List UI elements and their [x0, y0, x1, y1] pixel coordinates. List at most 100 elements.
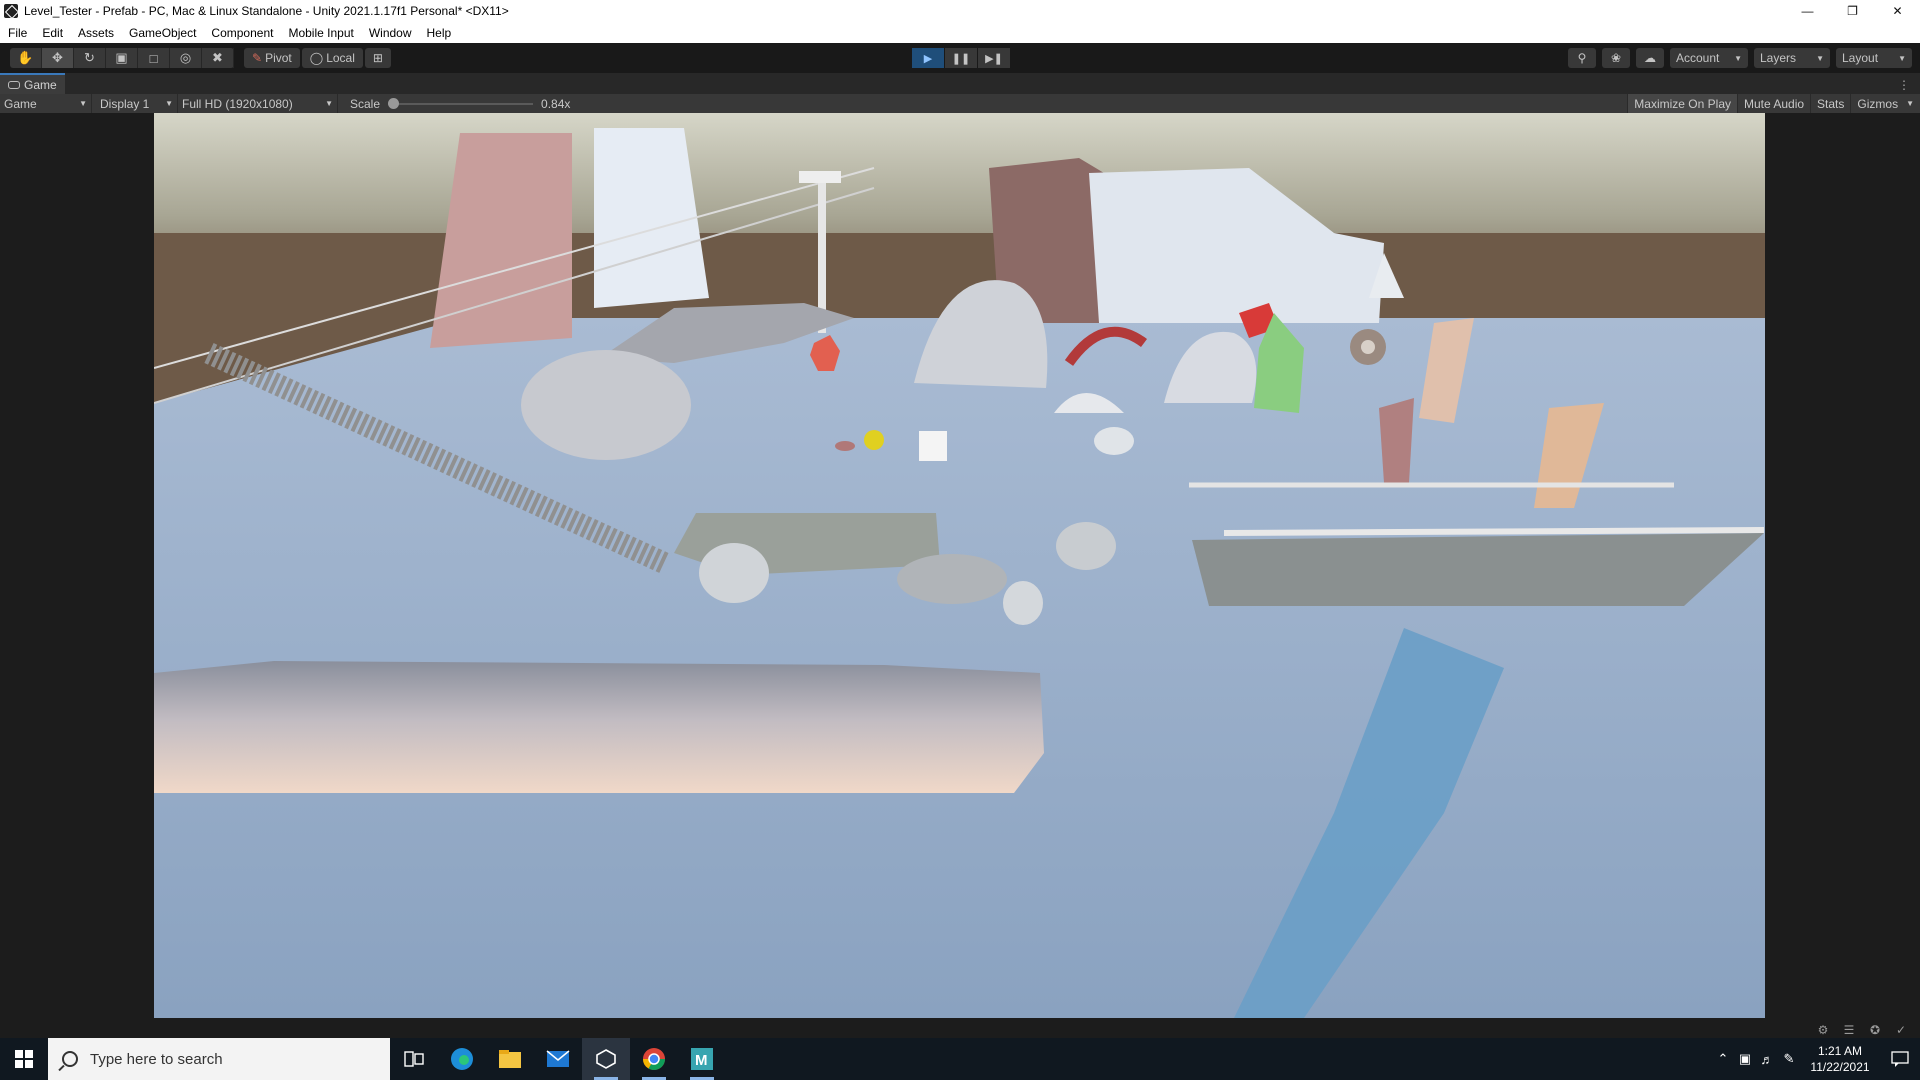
file-explorer-icon[interactable] — [486, 1038, 534, 1080]
close-icon[interactable]: ✕ — [1875, 0, 1920, 22]
step-icon[interactable]: ▶❚ — [978, 48, 1010, 68]
menu-gameobject[interactable]: GameObject — [121, 26, 203, 40]
system-tray: ⌃ ▣ ♬ ✎ 1:21 AM 11/22/2021 — [1712, 1038, 1920, 1080]
grid-snap-icon: ⊞ — [372, 51, 383, 65]
fence-rail-front — [1223, 527, 1765, 536]
minimize-icon[interactable]: — — [1785, 0, 1830, 22]
pause-icon[interactable]: ❚❚ — [945, 48, 977, 68]
grid-snap-button[interactable]: ⊞ — [364, 48, 391, 68]
game-view-toggles: Maximize On Play Mute Audio Stats Gizmos… — [1627, 94, 1920, 113]
menu-assets[interactable]: Assets — [70, 26, 121, 40]
window-controls: — ❐ ✕ — [1785, 0, 1920, 22]
mail-icon[interactable] — [534, 1038, 582, 1080]
gear-icon[interactable]: ⚙ — [1810, 1023, 1836, 1037]
taskbar-search[interactable]: Type here to search — [48, 1038, 390, 1080]
debug-icon[interactable]: ✪ — [1862, 1023, 1888, 1037]
local-icon: ◯ — [309, 51, 324, 65]
resolution-select[interactable]: Full HD (1920x1080) ▼ — [178, 94, 338, 113]
stats-toggle[interactable]: Stats — [1810, 94, 1850, 113]
pivot-label: Pivot — [265, 51, 292, 65]
clock-date: 11/22/2021 — [1810, 1060, 1870, 1074]
green-gem — [1094, 427, 1134, 455]
maximize-on-play-toggle[interactable]: Maximize On Play — [1627, 94, 1737, 113]
chevron-down-icon: ▼ — [1816, 53, 1824, 63]
taskbar-extra-icons: ⚙ ☰ ✪ ✓ — [1810, 1023, 1914, 1037]
layout-label: Layout — [1842, 51, 1879, 65]
search-icon[interactable]: ⚲ — [1568, 48, 1596, 68]
tab-game-label: Game — [24, 77, 57, 92]
hand-tool-icon[interactable]: ✋ — [10, 48, 42, 68]
layers-label: Layers — [1760, 51, 1797, 65]
chrome-icon[interactable] — [630, 1038, 678, 1080]
edge-icon[interactable] — [438, 1038, 486, 1080]
pen-icon[interactable]: ✎ — [1778, 1051, 1800, 1067]
rect-tool-icon[interactable]: □ — [138, 48, 170, 68]
panel-menu-icon[interactable]: ⋮ — [1898, 78, 1910, 92]
long-rock — [154, 661, 1044, 793]
gamepad-icon — [8, 80, 20, 89]
local-label: Local — [326, 51, 355, 65]
gizmos-label: Gizmos — [1857, 96, 1899, 111]
task-view-icon[interactable] — [390, 1038, 438, 1080]
rotate-tool-icon[interactable]: ↻ — [74, 48, 106, 68]
mute-audio-toggle[interactable]: Mute Audio — [1737, 94, 1810, 113]
chevron-down-icon: ▼ — [1898, 53, 1906, 63]
local-toggle[interactable]: ◯ Local — [301, 48, 363, 68]
tab-game[interactable]: Game — [0, 73, 65, 94]
pivot-icon: ✎ — [252, 51, 263, 65]
volume-icon[interactable]: ♬ — [1756, 1052, 1778, 1067]
game-viewport[interactable] — [154, 113, 1765, 1018]
coral-tree — [1379, 398, 1414, 483]
log-ring-hole — [1361, 340, 1375, 354]
cloud-icon[interactable]: ☁ — [1636, 48, 1664, 68]
menu-window[interactable]: Window — [361, 26, 419, 40]
menu-component[interactable]: Component — [203, 26, 280, 40]
menu-help[interactable]: Help — [419, 26, 459, 40]
custom-tool-icon[interactable]: ✖ — [202, 48, 234, 68]
gizmos-toggle[interactable]: Gizmos ▼ — [1850, 94, 1920, 113]
account-dropdown[interactable]: Account ▼ — [1670, 48, 1748, 68]
scale-tool-icon[interactable]: ▣ — [106, 48, 138, 68]
chevron-up-icon[interactable]: ⌃ — [1712, 1051, 1734, 1067]
notification-icon[interactable] — [1880, 1051, 1920, 1067]
view-select[interactable]: Game ▼ — [0, 94, 92, 113]
stone-3 — [1056, 522, 1116, 570]
pivot-toggle[interactable]: ✎ Pivot — [244, 48, 300, 68]
display-select[interactable]: Display 1 ▼ — [96, 94, 178, 113]
title-bar: Level_Tester - Prefab - PC, Mac & Linux … — [0, 0, 1920, 22]
transform-tools: ✋ ✥ ↻ ▣ □ ◎ ✖ — [10, 48, 234, 68]
view-select-value: Game — [4, 96, 37, 111]
stone-2 — [897, 554, 1007, 604]
menu-edit[interactable]: Edit — [34, 26, 70, 40]
windows-logo-icon — [15, 1050, 33, 1068]
transform-tool-icon[interactable]: ◎ — [170, 48, 202, 68]
menu-mobile-input[interactable]: Mobile Input — [280, 26, 360, 40]
restore-icon[interactable]: ❐ — [1830, 0, 1875, 22]
scale-slider-thumb[interactable] — [388, 97, 400, 109]
clock[interactable]: 1:21 AM 11/22/2021 — [1800, 1043, 1880, 1075]
network-icon[interactable]: ▣ — [1734, 1051, 1756, 1067]
chevron-down-icon: ▼ — [79, 99, 87, 108]
layout-dropdown[interactable]: Layout ▼ — [1836, 48, 1912, 68]
unity-icon[interactable] — [582, 1038, 630, 1080]
collab-icon[interactable]: ❀ — [1602, 48, 1630, 68]
layers-dropdown[interactable]: Layers ▼ — [1754, 48, 1830, 68]
game-view-toolbar: Game ▼ Display 1 ▼ Full HD (1920x1080) ▼… — [0, 94, 1920, 113]
maya-icon[interactable]: M — [678, 1038, 726, 1080]
search-icon — [62, 1051, 78, 1067]
play-icon[interactable]: ▶ — [912, 48, 944, 68]
scale-slider[interactable] — [388, 97, 534, 109]
move-tool-icon[interactable]: ✥ — [42, 48, 74, 68]
stack-icon[interactable]: ☰ — [1836, 1023, 1862, 1037]
stone-4 — [1003, 581, 1043, 625]
menu-file[interactable]: File — [0, 26, 34, 40]
pink-donut — [835, 441, 855, 451]
window-title: Level_Tester - Prefab - PC, Mac & Linux … — [24, 4, 509, 18]
check-circle-icon[interactable]: ✓ — [1888, 1023, 1914, 1037]
toolbar-right: ⚲ ❀ ☁ Account ▼ Layers ▼ Layout ▼ — [1562, 48, 1912, 68]
resolution-select-value: Full HD (1920x1080) — [182, 96, 293, 111]
unity-app-icon — [4, 4, 18, 18]
fence-base — [1192, 533, 1764, 606]
chevron-down-icon: ▼ — [1906, 99, 1914, 108]
start-button[interactable] — [0, 1038, 48, 1080]
